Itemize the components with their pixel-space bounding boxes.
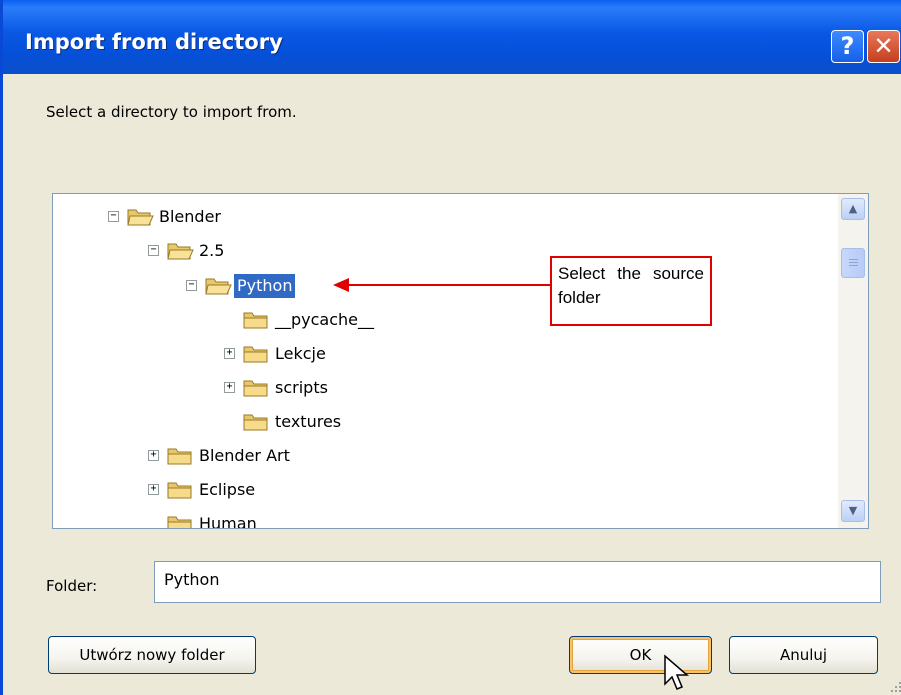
folder-tree[interactable]: − Blender − 2.5 − Python __pycache__ + Lekcje + sc… — [52, 193, 838, 529]
folder-label: Folder: — [46, 577, 98, 595]
tree-node[interactable]: + Lekcje — [224, 342, 624, 368]
folder-icon — [243, 380, 268, 397]
dialog-title: Import from directory — [25, 30, 283, 54]
tree-node-label[interactable]: Python — [234, 274, 296, 298]
scroll-down-button[interactable]: ▼ — [841, 500, 865, 522]
tree-node[interactable]: textures — [224, 410, 624, 436]
tree-node-label[interactable]: 2.5 — [199, 239, 224, 263]
grip-line — [849, 259, 858, 260]
tree-node-label[interactable]: Blender Art — [199, 444, 290, 468]
folder-icon — [243, 414, 268, 431]
close-button[interactable]: ✕ — [867, 30, 900, 63]
expand-icon[interactable]: + — [148, 450, 159, 461]
annotation-arrow — [333, 278, 551, 292]
folder-open-icon — [127, 209, 154, 226]
expand-icon[interactable]: + — [224, 382, 235, 393]
tree-node[interactable]: + Blender Art — [148, 444, 548, 470]
resize-grip-icon[interactable] — [887, 678, 901, 694]
tree-node[interactable]: + scripts — [224, 376, 624, 402]
grip-line — [849, 265, 858, 266]
folder-icon — [167, 516, 192, 528]
dialog-window: Import from directory ? ✕ Select a direc… — [0, 0, 901, 695]
tree-node[interactable]: − 2.5 — [148, 239, 548, 265]
tree-node-label[interactable]: Lekcje — [275, 342, 326, 366]
help-button[interactable]: ? — [831, 30, 864, 63]
folder-icon — [243, 312, 268, 329]
cancel-button[interactable]: Anuluj — [729, 636, 878, 674]
folder-open-icon — [167, 243, 194, 260]
folder-icon — [167, 482, 192, 499]
expand-icon[interactable]: + — [148, 484, 159, 495]
scroll-thumb[interactable] — [841, 248, 865, 278]
tree-node[interactable]: Human — [148, 512, 548, 528]
tree-node-label[interactable]: __pycache__ — [275, 308, 374, 332]
tree-node-label[interactable]: textures — [275, 410, 341, 434]
tree-node[interactable]: + Eclipse — [148, 478, 548, 504]
collapse-icon[interactable]: − — [148, 245, 159, 256]
collapse-icon[interactable]: − — [186, 280, 197, 291]
grip-line — [849, 262, 858, 263]
title-bar[interactable]: Import from directory ? ✕ — [3, 0, 901, 74]
tree-node-label[interactable]: Eclipse — [199, 478, 255, 502]
tree-node[interactable]: − Blender — [108, 205, 508, 231]
instruction-text: Select a directory to import from. — [46, 103, 297, 121]
tree-node-label[interactable]: scripts — [275, 376, 328, 400]
annotation-callout: Select the source folder — [550, 256, 712, 326]
tree-node-label[interactable]: Blender — [159, 205, 221, 229]
vertical-scrollbar[interactable]: ▲ ▼ — [838, 193, 869, 529]
tree-node-label[interactable]: Human — [199, 512, 257, 528]
folder-icon — [167, 448, 192, 465]
folder-icon — [243, 346, 268, 363]
mouse-cursor-icon — [664, 654, 690, 690]
collapse-icon[interactable]: − — [108, 211, 119, 222]
new-folder-button[interactable]: Utwórz nowy folder — [48, 636, 256, 674]
folder-open-icon — [205, 278, 232, 295]
folder-input[interactable]: Python — [154, 561, 881, 603]
expand-icon[interactable]: + — [224, 348, 235, 359]
scroll-up-button[interactable]: ▲ — [841, 198, 865, 220]
